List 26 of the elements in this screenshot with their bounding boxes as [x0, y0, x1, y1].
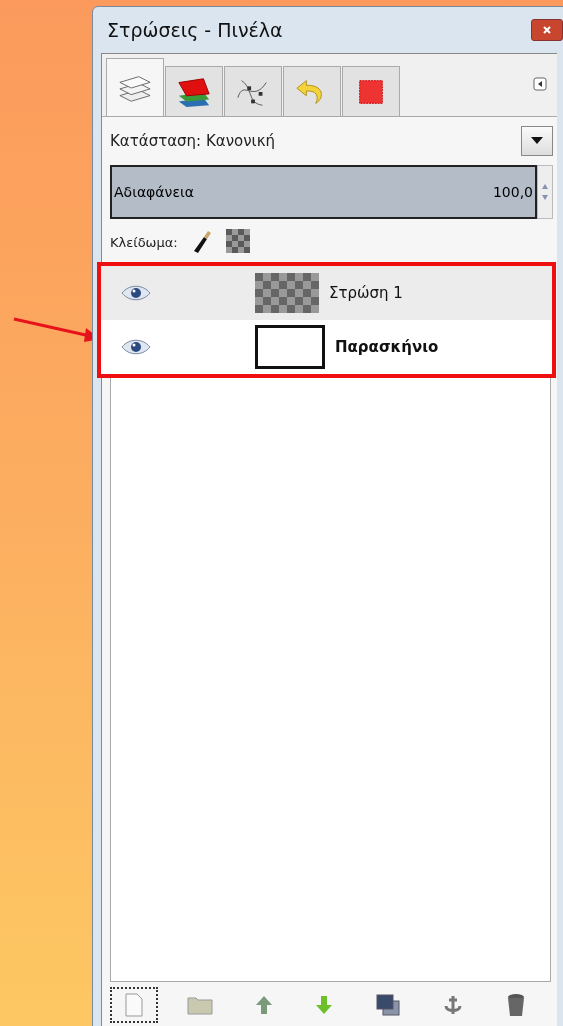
close-button[interactable] [531, 19, 563, 41]
eye-icon[interactable] [121, 339, 151, 355]
brush-icon[interactable] [191, 228, 212, 256]
mode-label: Κατάσταση: Κανονική [110, 132, 275, 150]
dock-tab[interactable] [165, 66, 223, 116]
layer-name: Στρώση 1 [329, 284, 403, 302]
dock-tab[interactable] [106, 58, 164, 116]
dock-tab[interactable] [224, 66, 282, 116]
layer-row[interactable]: Παρασκήνιο [101, 320, 552, 374]
layer-row[interactable]: Στρώση 1 [101, 266, 552, 320]
lock-label: Κλείδωμα: [110, 234, 178, 250]
tab-menu-button[interactable] [533, 77, 547, 94]
new-page-icon[interactable] [110, 987, 158, 1023]
spin-arrows-icon [541, 182, 549, 202]
opacity-label: Αδιαφάνεια [114, 184, 194, 200]
eye-icon[interactable] [121, 285, 151, 301]
dropdown-caret-icon [531, 137, 543, 145]
layer-name: Παρασκήνιο [335, 338, 439, 356]
window-title: Στρώσεις - Πινέλα [106, 19, 283, 41]
checker-icon[interactable] [225, 228, 250, 256]
opacity-value: 100,0 [492, 184, 533, 200]
opacity-slider[interactable]: Αδιαφάνεια 100,0 [110, 165, 537, 219]
close-icon [542, 25, 552, 35]
dock-tab[interactable] [342, 66, 400, 116]
mode-dropdown-button[interactable] [521, 126, 553, 156]
spin-buttons[interactable] [537, 165, 553, 219]
